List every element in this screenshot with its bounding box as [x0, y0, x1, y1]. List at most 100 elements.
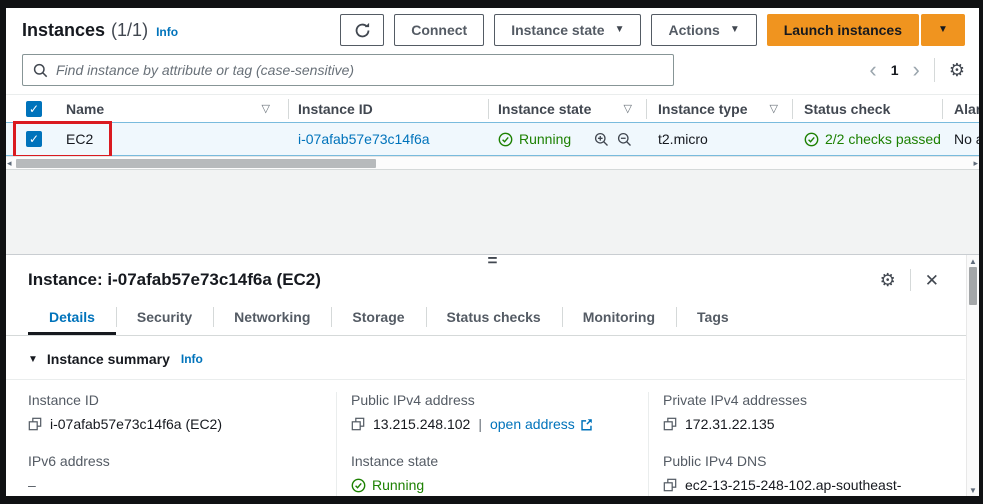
collapse-arrow-icon[interactable]: ▼ — [28, 354, 38, 365]
tab-networking[interactable]: Networking — [213, 301, 331, 335]
private-ipv4-value: 172.31.22.135 — [685, 416, 775, 432]
vertical-scrollbar-thumb[interactable] — [969, 267, 977, 305]
row-cell-name: EC2 — [58, 123, 288, 155]
select-all-checkbox[interactable]: ✓ — [26, 101, 42, 117]
row-cell-instance-type: t2.micro — [646, 123, 792, 155]
instance-id-link[interactable]: i-07afab57e73c14f6a — [298, 131, 430, 147]
sort-icon: ▽ — [770, 102, 778, 115]
open-address-link[interactable]: open address — [490, 416, 593, 432]
zoom-out-icon[interactable] — [617, 132, 632, 147]
open-address-label: open address — [490, 416, 575, 432]
summary-info-link[interactable]: Info — [181, 352, 203, 366]
public-dns-value: ec2-13-215-248-102.ap-southeast- — [685, 477, 901, 493]
close-icon[interactable]: ✕ — [925, 272, 939, 289]
toolbar-buttons: Connect Instance state ▼ Actions ▼ Launc… — [340, 14, 965, 46]
vertical-scrollbar[interactable]: ▲ ▼ — [966, 255, 979, 496]
alarm-status-value: No a — [954, 131, 979, 147]
tab-label: Monitoring — [583, 309, 655, 325]
launch-instances-button[interactable]: Launch instances — [767, 14, 919, 46]
copy-icon[interactable] — [663, 478, 677, 492]
zoom-in-icon[interactable] — [594, 132, 609, 147]
tab-details[interactable]: Details — [28, 301, 116, 335]
instance-summary-title: Instance summary — [47, 351, 170, 367]
instance-state-summary: Running — [351, 477, 424, 493]
horizontal-scrollbar[interactable]: ◂ ▸ — [6, 156, 979, 169]
page-number[interactable]: 1 — [891, 62, 899, 78]
table-settings-gear-icon[interactable]: ⚙ — [949, 61, 965, 79]
status-ok-icon — [351, 478, 366, 493]
search-input[interactable] — [56, 62, 663, 78]
copy-icon[interactable] — [351, 417, 365, 431]
header-cell-select: ✓ — [6, 95, 58, 122]
row-cell-select: ✓ — [6, 123, 58, 155]
copy-icon[interactable] — [28, 417, 42, 431]
table-row[interactable]: ✓ EC2 i-07afab57e73c14f6a Running t2.mic… — [6, 122, 979, 156]
tab-label: Networking — [234, 309, 310, 325]
search-box — [22, 54, 674, 86]
header-cell-instance-id: Instance ID — [288, 95, 488, 122]
header-cell-instance-state[interactable]: Instance state ▽ — [488, 95, 646, 122]
tab-monitoring[interactable]: Monitoring — [562, 301, 676, 335]
instance-count: (1/1) — [111, 20, 148, 41]
scroll-up-arrow-icon[interactable]: ▲ — [969, 257, 977, 266]
zoom-controls — [594, 132, 632, 147]
status-check-value: 2/2 checks passed — [804, 131, 941, 147]
row-checkbox[interactable]: ✓ — [26, 131, 42, 147]
ipv6-address-value: – — [28, 477, 336, 493]
instances-toolbar: Instances (1/1) Info Connect Instance st… — [22, 13, 965, 47]
horizontal-scrollbar-thumb[interactable] — [16, 159, 376, 168]
search-row: ‹ 1 › ⚙ — [22, 54, 965, 86]
refresh-button[interactable] — [340, 14, 384, 46]
tab-status-checks[interactable]: Status checks — [426, 301, 562, 335]
tab-storage[interactable]: Storage — [331, 301, 425, 335]
instance-state-summary-text: Running — [372, 477, 424, 493]
status-ok-icon — [498, 132, 513, 147]
table-header: ✓ Name ▽ Instance ID Instance state ▽ In… — [6, 94, 979, 122]
copy-icon[interactable] — [663, 417, 677, 431]
column-label-instance-id: Instance ID — [298, 101, 373, 117]
connect-button-label: Connect — [411, 22, 467, 38]
scroll-right-arrow-icon[interactable]: ▸ — [973, 158, 978, 169]
instance-type-value: t2.micro — [658, 131, 708, 147]
separator: | — [478, 416, 482, 432]
launch-instances-dropdown[interactable]: ▼ — [921, 14, 965, 46]
field-instance-id: Instance ID i-07afab57e73c14f6a (EC2) — [28, 392, 336, 432]
prev-page-button[interactable]: ‹ — [869, 60, 876, 80]
header-cell-name[interactable]: Name ▽ — [58, 95, 288, 122]
tab-security[interactable]: Security — [116, 301, 213, 335]
field-instance-state: Instance state Running — [351, 453, 648, 493]
instance-summary-header[interactable]: ▼ Instance summary Info — [28, 351, 979, 367]
background-gap — [6, 169, 979, 254]
summary-column-1: Instance ID i-07afab57e73c14f6a (EC2) IP… — [6, 392, 336, 496]
instance-detail-panel: = Instance: i-07afab57e73c14f6a (EC2) ⚙ … — [6, 254, 979, 496]
next-page-button[interactable]: › — [913, 60, 920, 80]
instances-table: ✓ Name ▽ Instance ID Instance state ▽ In… — [6, 94, 979, 169]
pagination: ‹ 1 › ⚙ — [869, 58, 965, 82]
header-cell-alarm-status: Alar — [942, 95, 979, 122]
field-public-ipv4: Public IPv4 address 13.215.248.102 | ope… — [351, 392, 648, 432]
row-cell-instance-state: Running — [488, 123, 646, 155]
column-label-name: Name — [66, 101, 104, 117]
scroll-left-arrow-icon[interactable]: ◂ — [7, 158, 12, 169]
summary-column-3: Private IPv4 addresses 172.31.22.135 Pub… — [648, 392, 965, 496]
launch-instances-split-button: Launch instances ▼ — [767, 14, 965, 46]
panel-settings-gear-icon[interactable]: ⚙ — [880, 271, 896, 289]
divider — [646, 99, 647, 119]
sort-icon: ▽ — [262, 102, 270, 115]
field-label: Public IPv4 DNS — [663, 453, 965, 469]
connect-button[interactable]: Connect — [394, 14, 484, 46]
tab-label: Status checks — [447, 309, 541, 325]
chevron-down-icon: ▼ — [615, 25, 625, 35]
header-cell-instance-type[interactable]: Instance type ▽ — [646, 95, 792, 122]
column-label-alarm-status: Alar — [954, 101, 979, 117]
field-label: Public IPv4 address — [351, 392, 648, 408]
panel-drag-handle[interactable]: = — [488, 254, 498, 271]
detail-tabs: Details Security Networking Storage Stat… — [6, 301, 979, 336]
instance-state-dropdown[interactable]: Instance state ▼ — [494, 14, 641, 46]
external-link-icon — [580, 418, 593, 431]
tab-tags[interactable]: Tags — [676, 301, 750, 335]
ec2-console-window: Instances (1/1) Info Connect Instance st… — [6, 8, 979, 496]
scroll-down-arrow-icon[interactable]: ▼ — [969, 486, 977, 495]
info-link[interactable]: Info — [156, 25, 178, 39]
actions-dropdown[interactable]: Actions ▼ — [651, 14, 756, 46]
